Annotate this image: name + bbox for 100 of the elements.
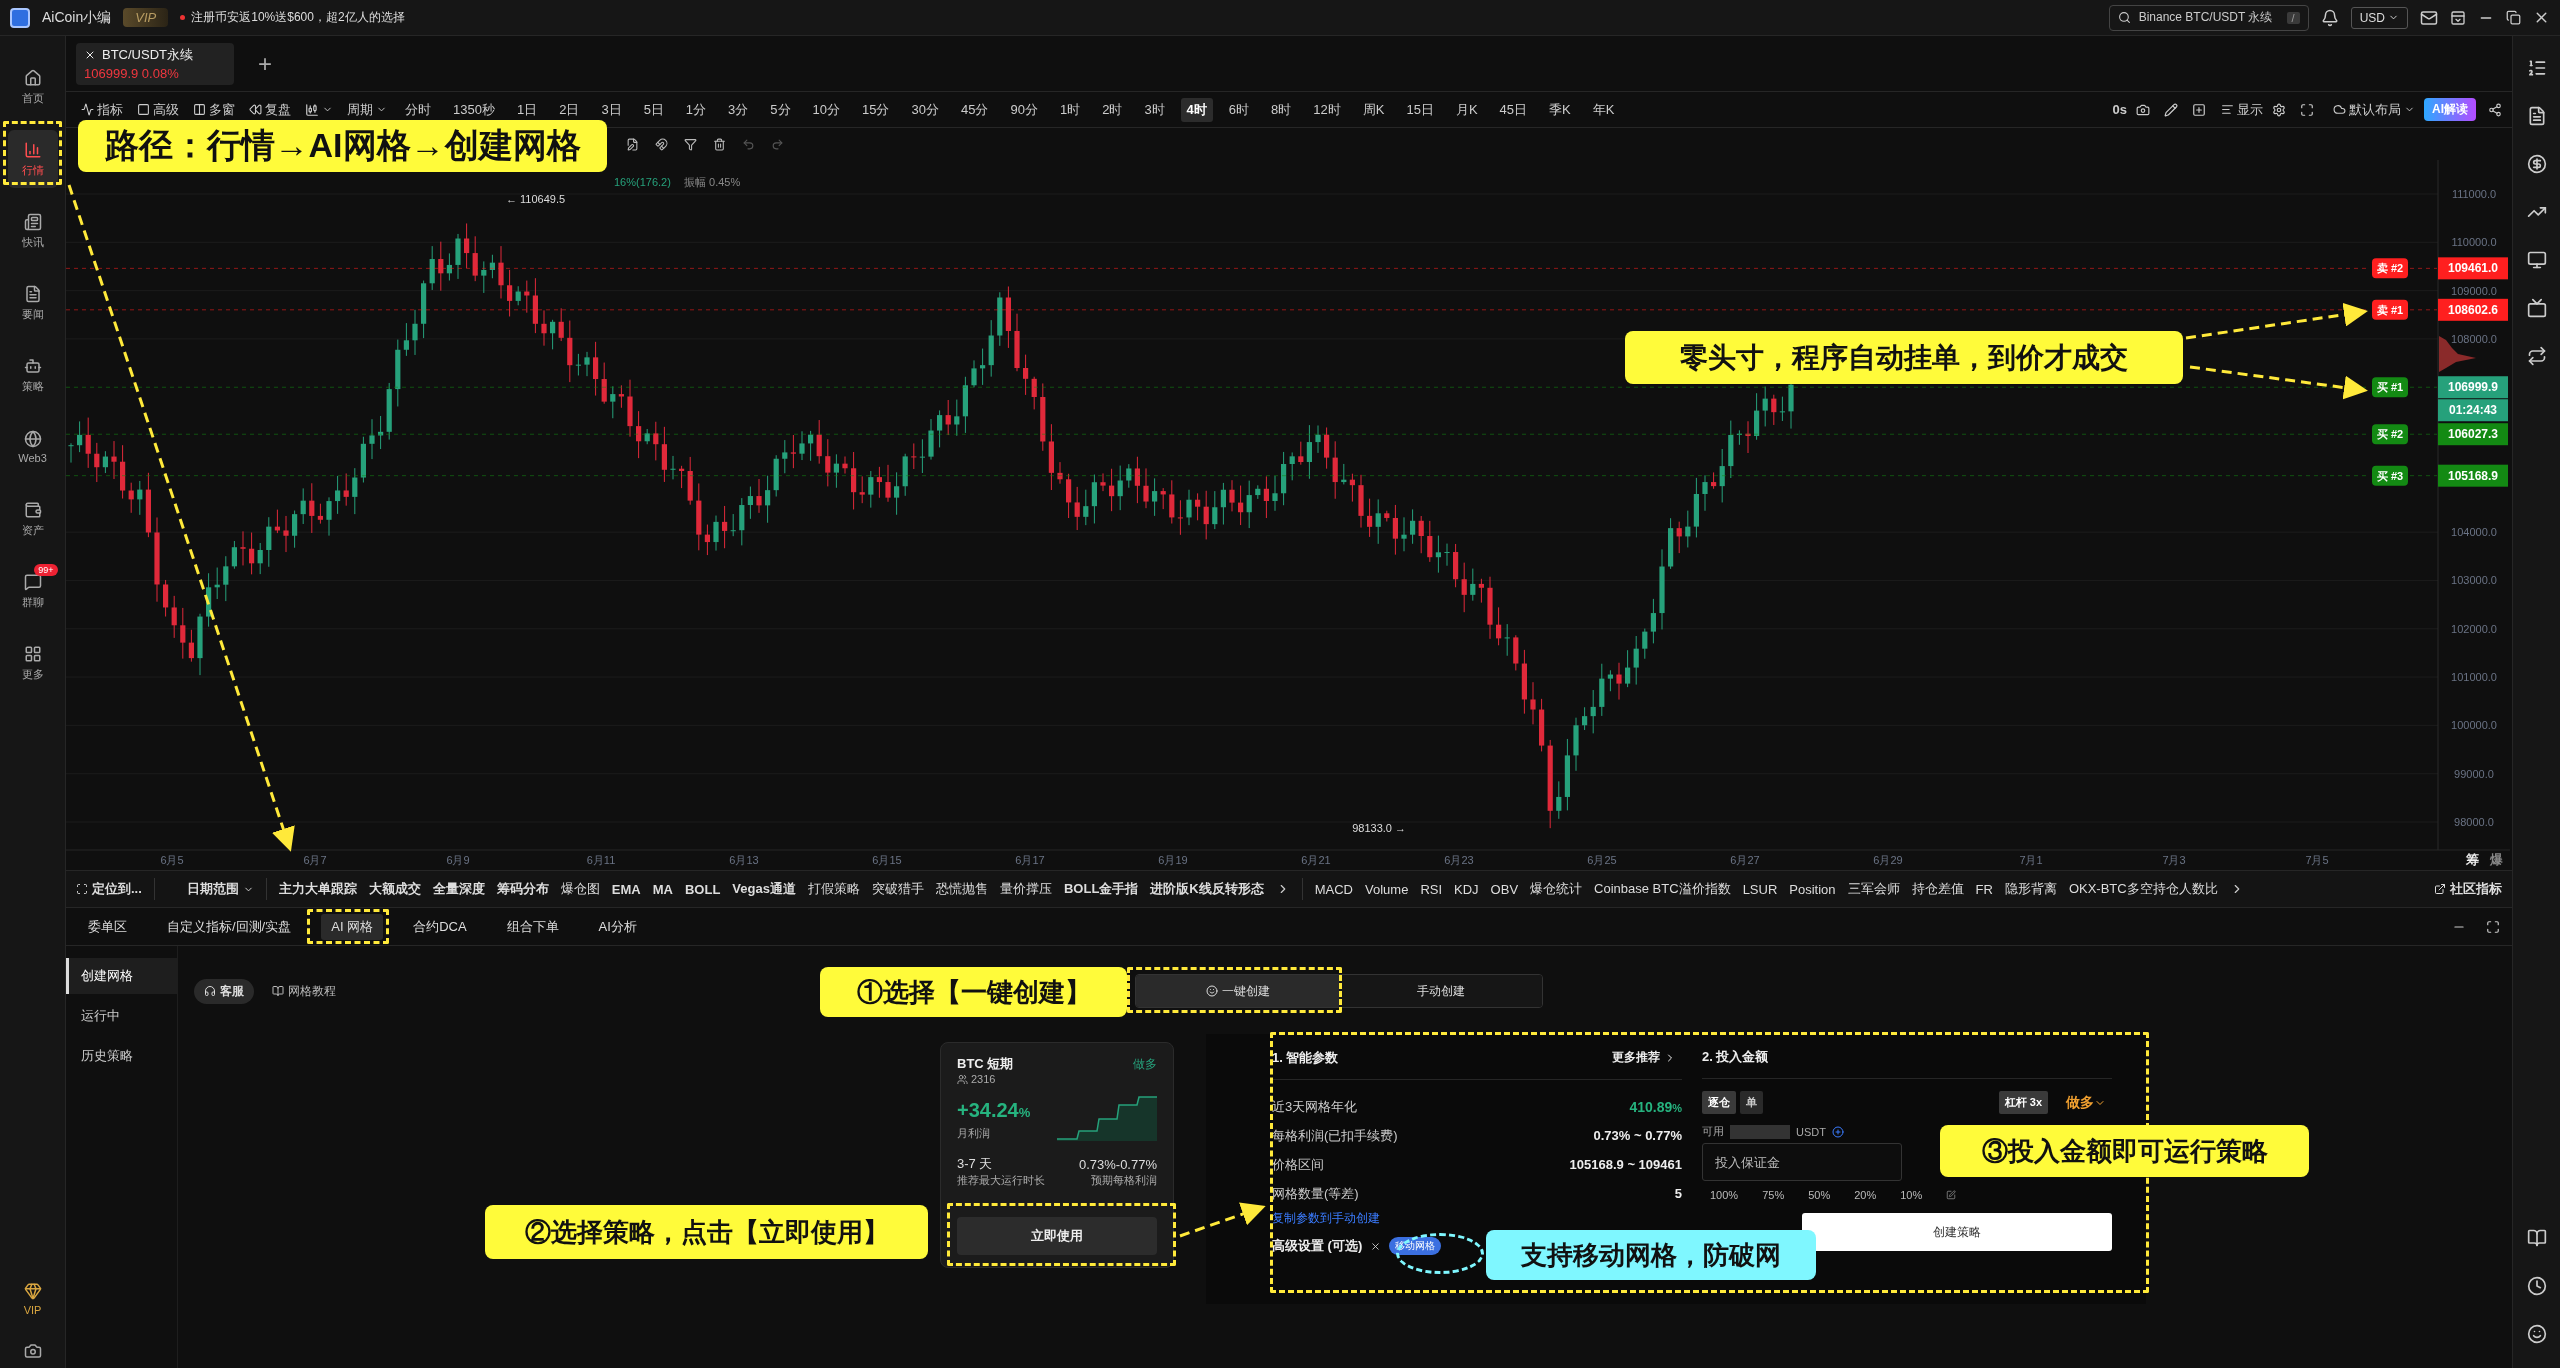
vip-nav-item[interactable]: VIP: [7, 1270, 58, 1328]
add-icon[interactable]: [1831, 1125, 1844, 1138]
margin-mode-chip[interactable]: 逐仓: [1702, 1091, 1736, 1114]
settings-icon[interactable]: [2272, 102, 2286, 117]
interval-tab[interactable]: 90分: [1004, 97, 1044, 122]
leverage-chip[interactable]: 杠杆 3x: [1998, 1091, 2048, 1114]
create-strategy-button[interactable]: 创建策略: [1802, 1213, 2112, 1251]
pencil-icon[interactable]: [2164, 102, 2178, 117]
interval-tab[interactable]: 5分: [764, 97, 797, 122]
interval-tab[interactable]: 1分: [679, 97, 713, 122]
indicator-item[interactable]: 爆仓图: [560, 880, 600, 898]
date-range-dropdown[interactable]: 日期范围: [186, 880, 254, 898]
indicator-item[interactable]: 爆仓统计: [1530, 880, 1583, 898]
promo-text[interactable]: 注册币安返10%送$600，超2亿人的选择: [180, 9, 405, 26]
interval-tab[interactable]: 2时: [1096, 97, 1129, 122]
interval-tab[interactable]: 3日: [595, 97, 628, 122]
interval-tab[interactable]: 分时: [399, 97, 437, 122]
indicator-item[interactable]: Coinbase BTC溢价指数: [1594, 880, 1731, 898]
toolbar-button[interactable]: 复盘: [244, 98, 296, 121]
edit-icon[interactable]: [626, 137, 639, 151]
add-tab-button[interactable]: +: [252, 48, 278, 79]
nav-item[interactable]: 行情: [7, 130, 58, 188]
indicator-item[interactable]: 三军会师: [1847, 880, 1900, 898]
panel-tab[interactable]: 自定义指标/回测/实盘: [157, 913, 302, 940]
nav-item[interactable]: 快讯: [7, 202, 58, 260]
share-icon[interactable]: [2488, 102, 2502, 117]
maximize-icon[interactable]: [2486, 919, 2500, 934]
indicator-item[interactable]: OKX-BTC多空持仓人数比: [2068, 880, 2218, 898]
indicator-item[interactable]: 持仓差值: [1911, 880, 1964, 898]
indicator-item[interactable]: 主力大单跟踪: [278, 880, 357, 898]
indicator-item[interactable]: MA: [652, 881, 673, 897]
indicator-item[interactable]: 突破猎手: [871, 880, 924, 898]
nav-item[interactable]: 更多: [7, 634, 58, 692]
restore-icon[interactable]: [2506, 10, 2521, 25]
direction-dropdown[interactable]: 做多: [2060, 1092, 2112, 1113]
nav-item[interactable]: Web3: [7, 418, 58, 476]
dollar-icon[interactable]: [2526, 154, 2547, 174]
toolbar-button[interactable]: 多窗: [188, 98, 240, 121]
close-icon[interactable]: [84, 49, 96, 61]
indicator-item[interactable]: MACD: [1314, 881, 1353, 897]
support-button[interactable]: 客服: [194, 978, 254, 1004]
vip-badge[interactable]: VIP: [123, 8, 169, 27]
list-icon[interactable]: [2526, 58, 2547, 78]
interval-tab[interactable]: 3分: [722, 97, 755, 122]
interval-tab[interactable]: 周K: [1356, 97, 1391, 122]
nav-item[interactable]: 首页: [7, 58, 58, 116]
nav-item[interactable]: 群聊 99+: [7, 562, 58, 620]
indicator-item[interactable]: KDJ: [1454, 881, 1479, 897]
interval-tab[interactable]: 30分: [905, 97, 945, 122]
add-frame-icon[interactable]: [2192, 102, 2206, 117]
nav-item[interactable]: 资产: [7, 490, 58, 548]
mode-tab[interactable]: 手动创建: [1339, 975, 1542, 1007]
side-nav-item[interactable]: 运行中: [66, 998, 177, 1034]
interval-tab[interactable]: 3时: [1138, 97, 1171, 122]
indicator-item[interactable]: 隐形背离: [2004, 880, 2057, 898]
nav-item[interactable]: 要闻: [7, 274, 58, 332]
indicator-item[interactable]: 大额成交: [368, 880, 421, 898]
interval-tab[interactable]: 15日: [1400, 97, 1440, 122]
percent-option[interactable]: 20%: [1854, 1189, 1877, 1201]
indicator-item[interactable]: 恐慌抛售: [935, 880, 988, 898]
indicator-item[interactable]: BOLL金手指: [1063, 880, 1139, 898]
indicator-item[interactable]: Vegas通道: [732, 880, 796, 898]
interval-tab[interactable]: 45日: [1493, 97, 1534, 122]
timer-button[interactable]: 0s: [2107, 100, 2132, 119]
book-icon[interactable]: [2526, 1228, 2547, 1248]
magnet-icon[interactable]: [655, 137, 668, 151]
interval-tab[interactable]: 15分: [856, 97, 896, 122]
display-button[interactable]: 显示: [2216, 98, 2268, 121]
indicator-item[interactable]: FR: [1975, 881, 1993, 897]
currency-dropdown[interactable]: USD: [2350, 6, 2408, 29]
indicator-item[interactable]: 量价撑压: [999, 880, 1052, 898]
indicator-item[interactable]: RSI: [1420, 881, 1443, 897]
indicator-item[interactable]: Position: [1789, 881, 1836, 897]
indicator-item[interactable]: OBV: [1490, 881, 1519, 897]
side-nav-item[interactable]: 历史策略: [66, 1038, 177, 1074]
camera-icon[interactable]: [23, 1342, 42, 1360]
trash-icon[interactable]: [713, 137, 726, 151]
mode-tab[interactable]: 一键创建: [1136, 975, 1339, 1007]
margin-input[interactable]: 投入保证金: [1702, 1143, 1902, 1181]
panel-tab[interactable]: 组合下单: [496, 913, 569, 940]
percent-option[interactable]: 10%: [1900, 1189, 1923, 1201]
indicator-item[interactable]: 打假策略: [807, 880, 860, 898]
undo-icon[interactable]: [742, 137, 755, 151]
interval-tab[interactable]: 季K: [1543, 97, 1577, 122]
indicator-item[interactable]: BOLL: [684, 881, 721, 897]
locate-button[interactable]: 定位到...: [76, 880, 142, 898]
percent-option[interactable]: 50%: [1808, 1189, 1831, 1201]
mail-icon[interactable]: [2420, 8, 2438, 27]
indicator-item[interactable]: 筹码分布: [496, 880, 549, 898]
toolbar-button[interactable]: 高级: [132, 98, 184, 121]
toolbar-button[interactable]: 指标: [76, 98, 128, 121]
swap-icon[interactable]: [2526, 346, 2547, 366]
more-link[interactable]: 更多推荐: [1606, 1048, 1682, 1067]
nav-item[interactable]: 策略: [7, 346, 58, 404]
period-dropdown[interactable]: 周期: [342, 98, 392, 121]
filter-icon[interactable]: [684, 137, 697, 151]
strategy-card[interactable]: BTC 短期 做多 2316 +34.24% 月利润 3-7 天 0.73%-0.77% 推荐最大运行时长 预期每格利润 立即使用: [940, 1042, 1174, 1268]
percent-option[interactable]: 75%: [1762, 1189, 1785, 1201]
panel-tab[interactable]: AI分析: [588, 913, 647, 940]
interval-tab[interactable]: 月K: [1449, 97, 1484, 122]
